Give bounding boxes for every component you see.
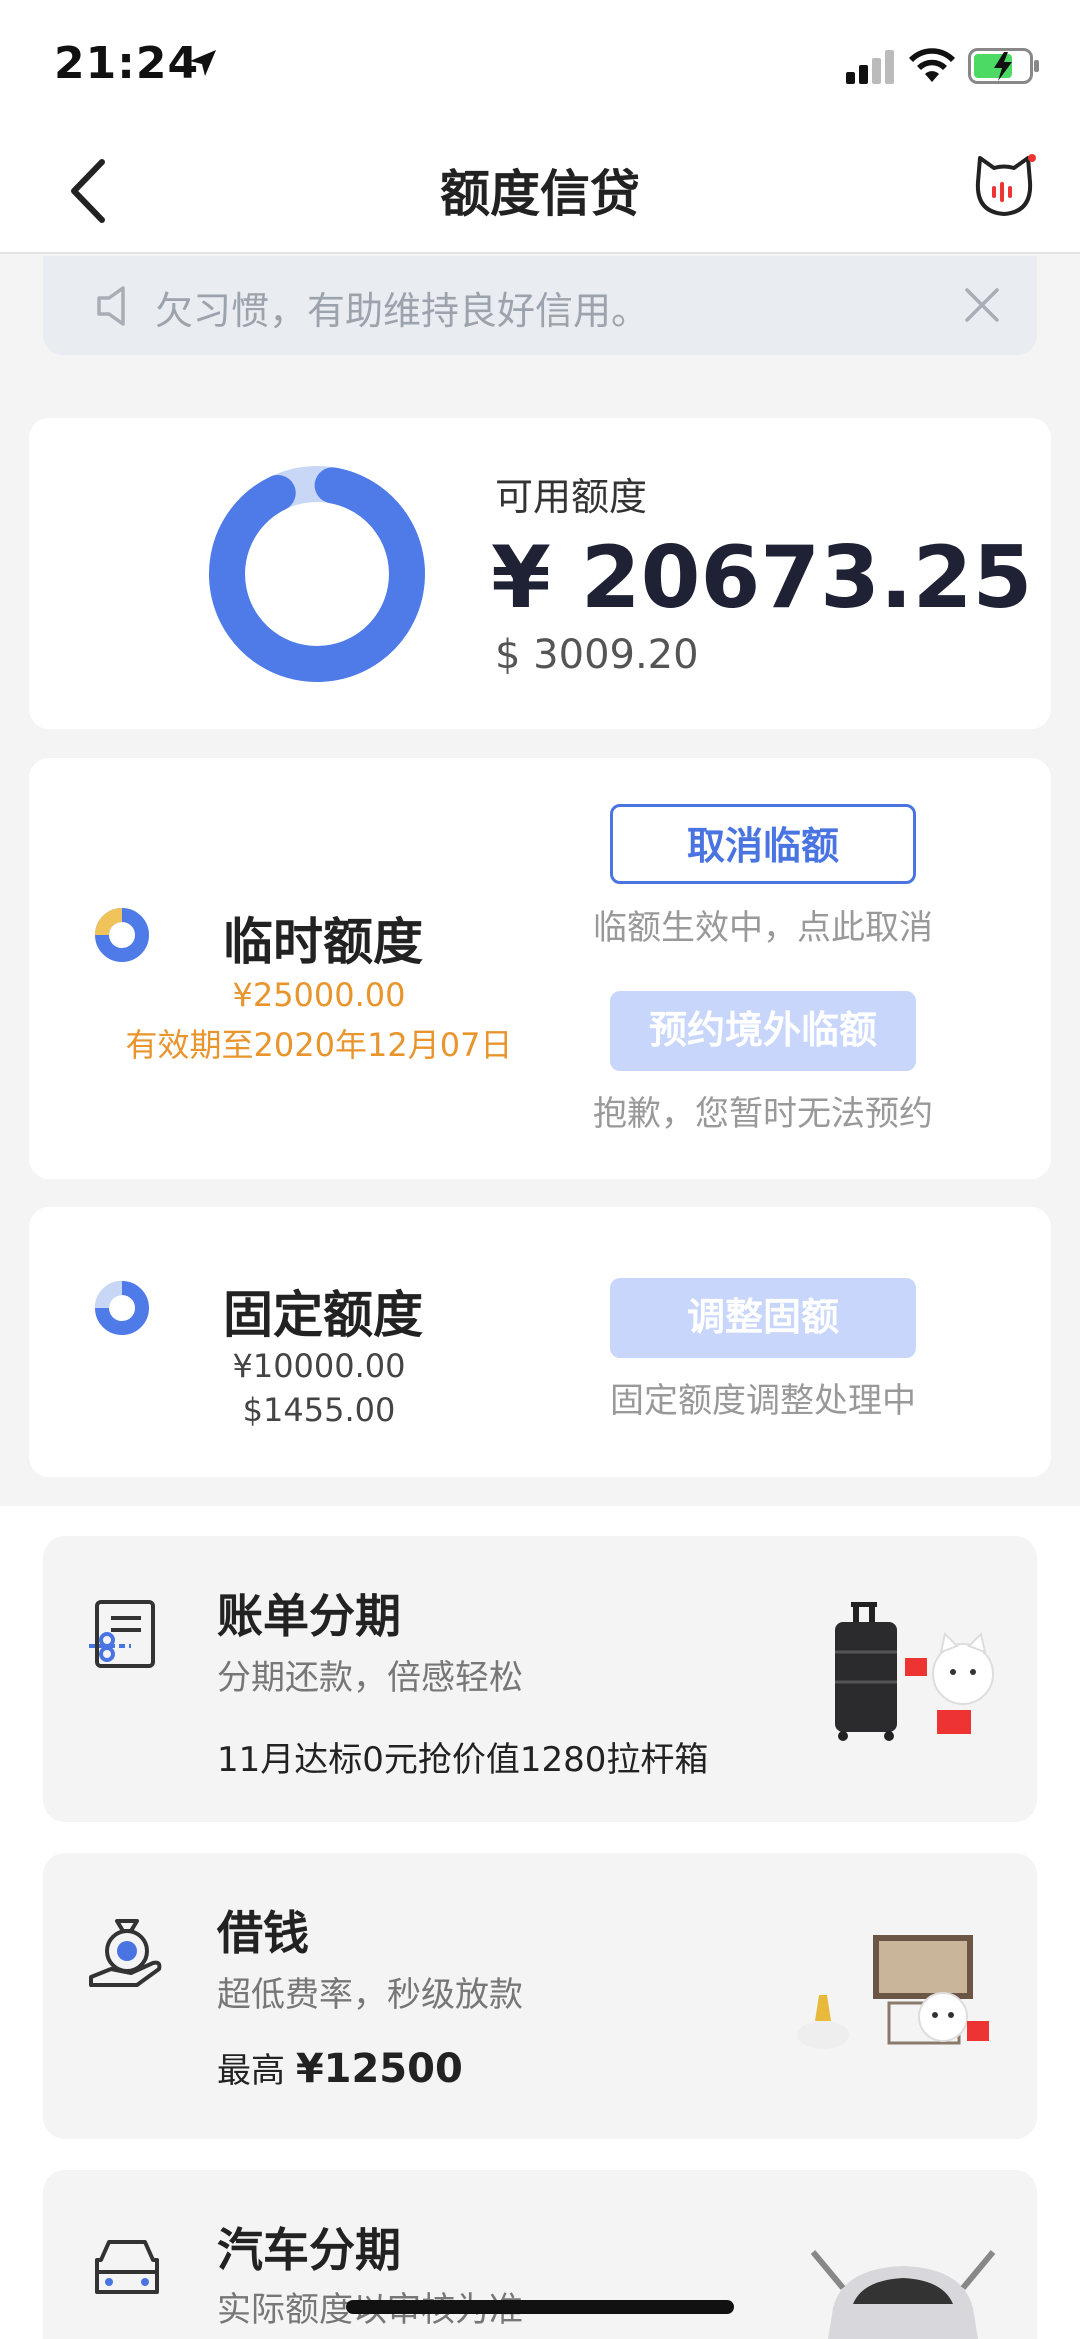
temp-quota-title: 临时额度 — [223, 913, 423, 971]
nav-bar: 额度信贷 — [0, 130, 1080, 254]
reserve-overseas-quota-note: 抱歉，您暂时无法预约 — [593, 1094, 933, 1134]
battery-charging-icon — [968, 48, 1039, 84]
status-bar: 21:24 — [0, 0, 1080, 130]
cancel-temp-quota-note: 临额生效中，点此取消 — [593, 908, 933, 948]
speaker-icon — [97, 286, 125, 326]
promo-title: 账单分期 — [217, 1589, 401, 1643]
money-bag-icon — [89, 1919, 162, 1987]
temp-quota-amount: ¥25000.00 — [232, 976, 406, 1014]
promo-title: 汽车分期 — [217, 2223, 401, 2277]
adjust-fixed-quota-note: 固定额度调整处理中 — [610, 1381, 916, 1421]
cancel-temp-quota-button[interactable]: 取消临额 — [610, 804, 916, 884]
page-title: 额度信贷 — [440, 165, 640, 223]
car-icon — [95, 2240, 159, 2294]
available-quota-usd: $ 3009.20 — [495, 632, 699, 678]
fixed-quota-card: 固定额度 ¥10000.00 $1455.00 调整固额 固定额度调整处理中 — [29, 1207, 1051, 1477]
notice-text: 欠习惯，有助维持良好信用。 — [155, 289, 650, 333]
promo-extra-amount: ¥12500 — [295, 2046, 463, 2092]
promo-subtitle: 分期还款，倍感轻松 — [217, 1658, 523, 1698]
fixed-quota-usd: $1455.00 — [242, 1391, 396, 1429]
promo-extra-prefix: 最高 — [217, 2051, 285, 2091]
promo-card-borrow[interactable]: 借钱 超低费率，秒级放款 最高 ¥12500 — [43, 1853, 1037, 2139]
cellular-signal-icon — [846, 50, 894, 84]
reserve-overseas-quota-button[interactable]: 预约境外临额 — [610, 991, 916, 1071]
promo-subtitle: 超低费率，秒级放款 — [217, 1975, 523, 2015]
luggage-promo-image — [835, 1602, 994, 1741]
home-indicator — [346, 2300, 734, 2314]
car-promo-image — [810, 2250, 996, 2339]
available-quota-cny: ¥ 20673.25 — [491, 528, 1033, 628]
status-time: 21:24 — [54, 38, 200, 89]
fixed-quota-title: 固定额度 — [223, 1286, 423, 1344]
promo-extra: 11月达标0元抢价值1280拉杆箱 — [217, 1740, 709, 1780]
tv-promo-image — [797, 1935, 989, 2049]
promo-extra: 最高 ¥12500 — [217, 2043, 463, 2092]
temp-quota-validity: 有效期至2020年12月07日 — [125, 1026, 513, 1064]
cat-mascot-icon[interactable] — [970, 152, 1038, 220]
promo-title: 借钱 — [217, 1906, 309, 1960]
temporary-quota-card: 临时额度 ¥25000.00 有效期至2020年12月07日 取消临额 临额生效… — [29, 758, 1051, 1179]
bill-installment-icon — [89, 1600, 155, 1668]
available-quota-ring-chart — [209, 466, 425, 682]
close-icon[interactable] — [961, 284, 1003, 326]
temp-quota-pie-icon — [95, 908, 149, 962]
available-quota-card: 可用额度 ¥ 20673.25 $ 3009.20 — [29, 418, 1051, 729]
fixed-quota-cny: ¥10000.00 — [232, 1347, 406, 1385]
available-quota-label: 可用额度 — [495, 475, 648, 519]
notice-bar: 欠习惯，有助维持良好信用。 — [43, 256, 1037, 355]
promo-card-bill-installment[interactable]: 账单分期 分期还款，倍感轻松 11月达标0元抢价值1280拉杆箱 — [43, 1536, 1037, 1822]
adjust-fixed-quota-button[interactable]: 调整固额 — [610, 1278, 916, 1358]
fixed-quota-pie-icon — [95, 1281, 149, 1335]
wifi-icon — [909, 48, 955, 82]
location-arrow-icon — [190, 50, 216, 76]
